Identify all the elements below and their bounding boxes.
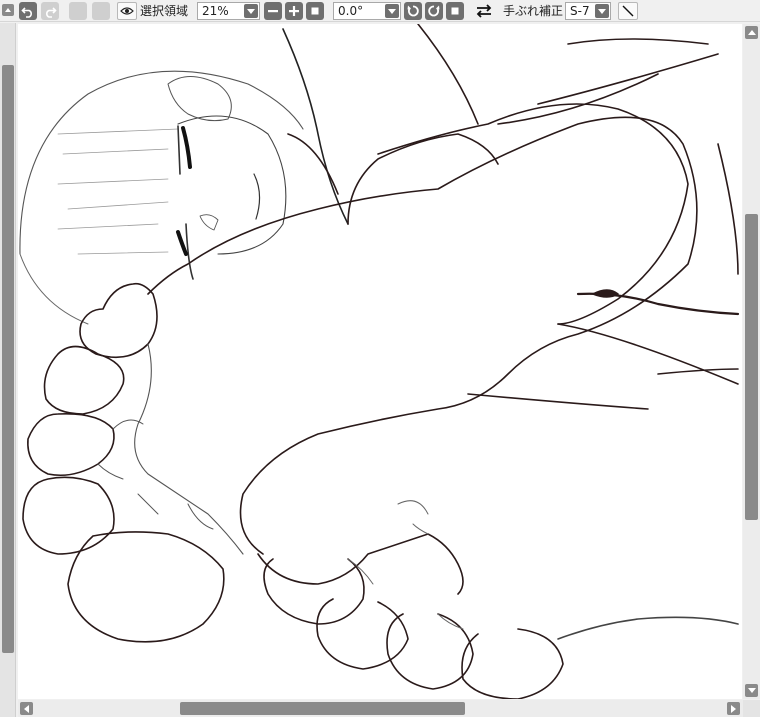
scroll-down-button[interactable] xyxy=(745,684,758,697)
chevron-down-icon[interactable] xyxy=(385,4,399,18)
rotate-right-icon xyxy=(428,5,440,17)
undo-icon xyxy=(21,7,32,18)
left-panel-scrollbar[interactable] xyxy=(0,23,16,717)
scrollbar-corner xyxy=(743,700,760,717)
zoom-out-button[interactable] xyxy=(264,2,282,20)
flip-horizontal-button[interactable] xyxy=(474,2,494,20)
diagonal-line-icon xyxy=(622,5,634,17)
minus-icon xyxy=(268,10,278,13)
stabilizer-combo[interactable]: S-7 xyxy=(565,2,611,20)
horizontal-scroll-thumb[interactable] xyxy=(180,702,465,715)
undo-button[interactable] xyxy=(19,2,37,20)
plus-icon xyxy=(289,6,299,16)
scroll-right-button[interactable] xyxy=(727,702,740,715)
stabilizer-value: S-7 xyxy=(570,4,590,18)
rotation-reset-button[interactable] xyxy=(446,2,464,20)
horizontal-scrollbar[interactable] xyxy=(18,700,743,717)
line-tool-button[interactable] xyxy=(618,2,638,20)
zoom-reset-button[interactable] xyxy=(306,2,324,20)
vertical-scrollbar[interactable] xyxy=(743,24,760,699)
square-icon xyxy=(451,7,459,15)
line-art-illustration xyxy=(19,24,740,699)
disabled-tool-button-2[interactable] xyxy=(92,2,110,20)
left-panel-scroll-thumb[interactable] xyxy=(2,65,14,653)
rotation-combo[interactable]: 0.0° xyxy=(333,2,401,20)
select-area-visibility-button[interactable] xyxy=(117,2,137,20)
stabilizer-label: 手ぶれ補正 xyxy=(503,4,564,18)
vertical-scroll-thumb[interactable] xyxy=(745,214,758,520)
rotate-right-button[interactable] xyxy=(425,2,443,20)
eye-icon xyxy=(120,7,134,15)
disabled-tool-button-1[interactable] xyxy=(69,2,87,20)
rotate-left-button[interactable] xyxy=(404,2,422,20)
zoom-combo[interactable]: 21% xyxy=(197,2,260,20)
select-area-label: 選択領域 xyxy=(140,4,189,18)
panel-collapse-icon[interactable] xyxy=(2,4,14,16)
drawing-canvas[interactable] xyxy=(18,24,742,699)
scroll-left-button[interactable] xyxy=(20,702,33,715)
chevron-down-icon[interactable] xyxy=(244,4,258,18)
toolbar: 選択領域 21% 0.0° 手ぶれ補正 S-7 xyxy=(0,0,760,22)
swap-arrows-icon xyxy=(476,4,492,18)
zoom-value: 21% xyxy=(202,4,229,18)
rotate-left-icon xyxy=(407,5,419,17)
scroll-up-button[interactable] xyxy=(745,26,758,39)
zoom-in-button[interactable] xyxy=(285,2,303,20)
redo-icon xyxy=(46,7,57,18)
square-icon xyxy=(311,7,319,15)
chevron-down-icon[interactable] xyxy=(595,4,609,18)
redo-button[interactable] xyxy=(41,2,59,20)
rotation-value: 0.0° xyxy=(338,4,364,18)
